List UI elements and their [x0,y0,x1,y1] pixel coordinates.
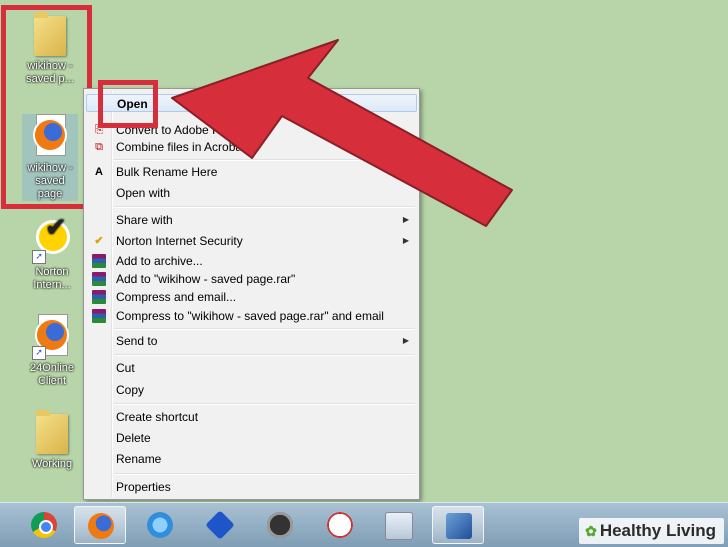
puzzle-icon [205,510,235,540]
taskbar-firefox[interactable] [74,506,126,544]
taskbar-cat-app[interactable] [314,506,366,544]
sync-icon [147,512,173,538]
taskbar-puzzle[interactable] [194,506,246,544]
taskbar-speedometer[interactable] [254,506,306,544]
monitor-icon [385,512,413,540]
red-pointer-arrow-icon [171,39,513,227]
taskbar-virtualbox[interactable] [432,506,484,544]
virtualbox-icon [446,513,472,539]
taskbar-chrome[interactable] [18,506,70,544]
taskbar-monitor[interactable] [372,506,424,544]
taskbar-sync[interactable] [134,506,186,544]
speedometer-icon [267,512,293,538]
leaf-icon: ✿ [585,523,597,539]
firefox-icon [88,513,114,539]
cat-icon [327,512,353,538]
healthy-living-watermark: ✿ Healthy Living [579,518,724,544]
